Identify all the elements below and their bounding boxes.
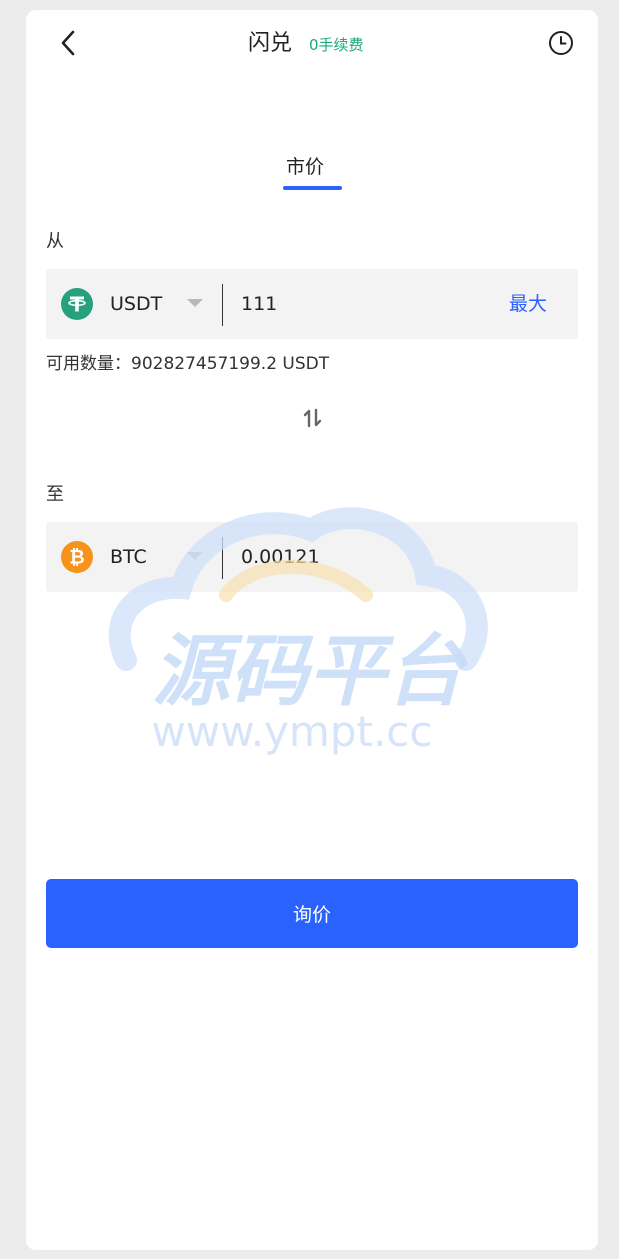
watermark-url: www.ympt.cc: [152, 707, 433, 756]
history-button[interactable]: [547, 29, 575, 57]
from-amount-input[interactable]: [241, 287, 481, 321]
to-divider: [222, 537, 223, 579]
to-coin-dropdown[interactable]: [187, 552, 203, 560]
to-amount-input[interactable]: [241, 540, 481, 574]
watermark-title: 源码平台: [152, 627, 469, 717]
available-balance: 可用数量：902827457199.2 USDT: [46, 354, 330, 374]
fee-badge: 0手续费: [309, 36, 364, 54]
from-label: 从: [46, 231, 64, 252]
tab-active-indicator: [283, 186, 342, 190]
chevron-left-icon: [61, 30, 75, 56]
tether-icon: [61, 288, 93, 320]
tab-market[interactable]: 市价: [286, 153, 324, 181]
back-button[interactable]: [54, 28, 84, 58]
to-coin-name: BTC: [110, 546, 147, 568]
from-coin-name: USDT: [110, 293, 163, 315]
max-button[interactable]: 最大: [509, 289, 547, 319]
to-row: ₿ BTC: [46, 522, 578, 592]
bitcoin-icon: ₿: [61, 541, 93, 573]
from-coin-dropdown[interactable]: [187, 299, 203, 307]
from-row: USDT 最大: [46, 269, 578, 339]
quote-button[interactable]: 询价: [46, 879, 578, 948]
exchange-card: 闪兑 0手续费 市价 从 USDT 最大 可用数量：902827457199.2…: [26, 10, 598, 1250]
to-label: 至: [46, 484, 64, 505]
svg-text:₿: ₿: [69, 547, 84, 569]
swap-vertical-icon: [303, 408, 322, 428]
swap-button[interactable]: [301, 406, 325, 430]
page-title: 闪兑: [248, 31, 293, 56]
from-divider: [222, 284, 223, 326]
clock-icon: [549, 31, 573, 55]
